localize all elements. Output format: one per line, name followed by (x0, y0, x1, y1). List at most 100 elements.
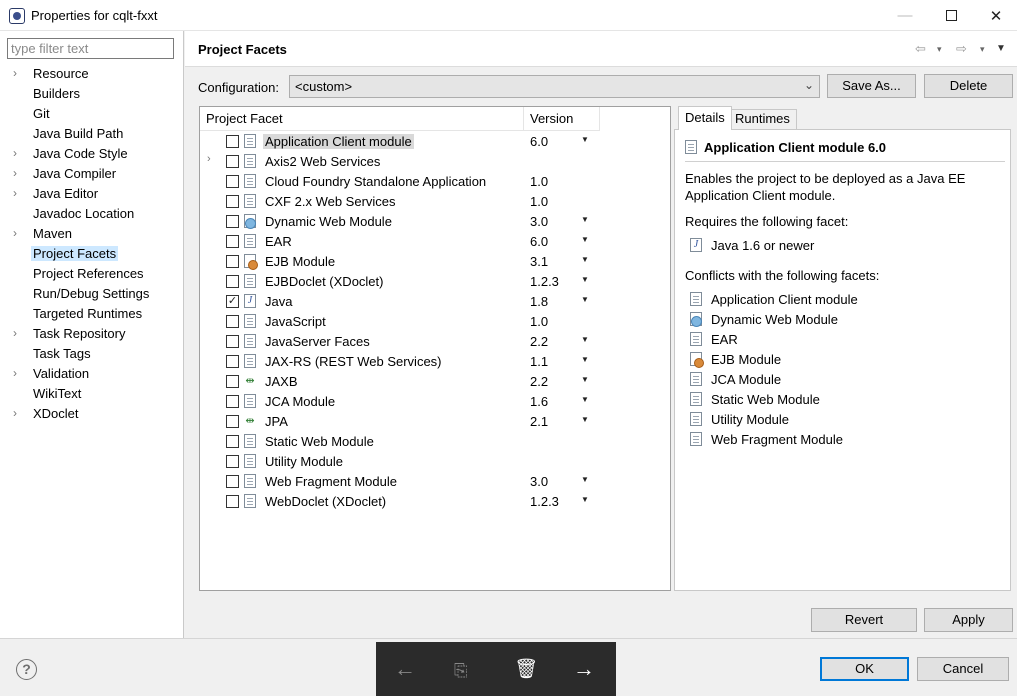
sidebar-item[interactable]: › Resource (0, 64, 184, 84)
version-dropdown-icon[interactable]: ▼ (581, 135, 589, 144)
facet-version[interactable]: 3.0 (530, 214, 548, 229)
sidebar-item[interactable]: Project Facets (0, 244, 184, 264)
version-dropdown-icon[interactable]: ▼ (581, 275, 589, 284)
facet-row[interactable]: ⇹ JPA 2.1 ▼ (200, 411, 670, 431)
facet-version[interactable]: 6.0 (530, 234, 548, 249)
version-dropdown-icon[interactable]: ▼ (581, 215, 589, 224)
facet-checkbox[interactable] (226, 255, 239, 268)
facet-row[interactable]: Cloud Foundry Standalone Application 1.0 (200, 171, 670, 191)
trash-icon[interactable]: 🗑 (514, 658, 538, 682)
forward-arrow-icon[interactable]: ⇨ (956, 41, 967, 57)
sidebar-item[interactable]: › Validation (0, 364, 184, 384)
facet-version[interactable]: 6.0 (530, 134, 548, 149)
sidebar-item[interactable]: › Maven (0, 224, 184, 244)
tab-runtimes[interactable]: Runtimes (728, 109, 797, 129)
chevron-right-icon[interactable]: › (207, 153, 211, 165)
facet-version[interactable]: 1.0 (530, 194, 548, 209)
facet-row[interactable]: WebDoclet (XDoclet) 1.2.3 ▼ (200, 491, 670, 511)
facet-version[interactable]: 1.2.3 (530, 494, 559, 509)
facet-row[interactable]: Dynamic Web Module 3.0 ▼ (200, 211, 670, 231)
copy-icon[interactable]: ⎘ (454, 659, 468, 683)
chevron-right-icon[interactable]: › (13, 186, 17, 200)
facet-version[interactable]: 2.2 (530, 374, 548, 389)
sidebar-item[interactable]: Git (0, 104, 184, 124)
ok-button[interactable]: OK (820, 657, 909, 681)
facet-checkbox[interactable] (226, 375, 239, 388)
revert-button[interactable]: Revert (811, 608, 917, 632)
facet-row[interactable]: EJBDoclet (XDoclet) 1.2.3 ▼ (200, 271, 670, 291)
sidebar-item[interactable]: Project References (0, 264, 184, 284)
facet-checkbox[interactable] (226, 175, 239, 188)
apply-button[interactable]: Apply (924, 608, 1013, 632)
facet-checkbox[interactable] (226, 335, 239, 348)
facet-checkbox[interactable] (226, 495, 239, 508)
facet-version[interactable]: 3.1 (530, 254, 548, 269)
facet-checkbox[interactable] (226, 455, 239, 468)
facet-checkbox[interactable] (226, 235, 239, 248)
chevron-right-icon[interactable]: › (13, 166, 17, 180)
facet-row[interactable]: ✓ J Java 1.8 ▼ (200, 291, 670, 311)
facet-row[interactable]: JAX-RS (REST Web Services) 1.1 ▼ (200, 351, 670, 371)
version-dropdown-icon[interactable]: ▼ (581, 335, 589, 344)
facet-row[interactable]: Application Client module 6.0 ▼ (200, 131, 670, 151)
sidebar-item[interactable]: › Java Compiler (0, 164, 184, 184)
sidebar-item[interactable]: Targeted Runtimes (0, 304, 184, 324)
cancel-button[interactable]: Cancel (917, 657, 1009, 681)
sidebar-item[interactable]: Java Build Path (0, 124, 184, 144)
version-dropdown-icon[interactable]: ▼ (581, 235, 589, 244)
facet-version[interactable]: 1.0 (530, 314, 548, 329)
facet-checkbox[interactable] (226, 475, 239, 488)
sidebar-item[interactable]: Task Tags (0, 344, 184, 364)
facet-version[interactable]: 2.2 (530, 334, 548, 349)
sidebar-item[interactable]: Run/Debug Settings (0, 284, 184, 304)
facet-checkbox[interactable] (226, 435, 239, 448)
facet-version[interactable]: 1.2.3 (530, 274, 559, 289)
facet-version[interactable]: 1.1 (530, 354, 548, 369)
view-menu-icon[interactable]: ▼ (996, 43, 1006, 54)
facet-version[interactable]: 1.8 (530, 294, 548, 309)
facet-row[interactable]: › Axis2 Web Services (200, 151, 670, 171)
version-dropdown-icon[interactable]: ▼ (581, 495, 589, 504)
facet-version[interactable]: 3.0 (530, 474, 548, 489)
help-icon[interactable]: ? (16, 659, 37, 680)
facet-row[interactable]: Static Web Module (200, 431, 670, 451)
facet-checkbox[interactable] (226, 315, 239, 328)
chevron-right-icon[interactable]: › (13, 326, 17, 340)
sidebar-item[interactable]: › Task Repository (0, 324, 184, 344)
sidebar-item[interactable]: › Java Editor (0, 184, 184, 204)
configuration-select[interactable]: <custom> ⌄ (289, 75, 820, 98)
minimize-button[interactable]: — (882, 0, 928, 31)
back-arrow-icon[interactable]: ⇦ (915, 41, 926, 57)
facet-row[interactable]: CXF 2.x Web Services 1.0 (200, 191, 670, 211)
column-header-version[interactable]: Version (524, 107, 600, 131)
facet-row[interactable]: JCA Module 1.6 ▼ (200, 391, 670, 411)
facet-checkbox[interactable] (226, 215, 239, 228)
sidebar-item[interactable]: Builders (0, 84, 184, 104)
column-header-facet[interactable]: Project Facet (200, 107, 524, 131)
facet-checkbox[interactable] (226, 155, 239, 168)
sidebar-item[interactable]: › XDoclet (0, 404, 184, 424)
facet-row[interactable]: JavaScript 1.0 (200, 311, 670, 331)
chevron-right-icon[interactable]: › (13, 226, 17, 240)
facet-row[interactable]: Web Fragment Module 3.0 ▼ (200, 471, 670, 491)
facet-row[interactable]: JavaServer Faces 2.2 ▼ (200, 331, 670, 351)
arrow-right-icon[interactable]: → (573, 657, 595, 681)
facet-checkbox[interactable] (226, 415, 239, 428)
facet-row[interactable]: Utility Module (200, 451, 670, 471)
facet-checkbox[interactable] (226, 395, 239, 408)
facet-version[interactable]: 1.6 (530, 394, 548, 409)
facet-row[interactable]: EJB Module 3.1 ▼ (200, 251, 670, 271)
facet-row[interactable]: EAR 6.0 ▼ (200, 231, 670, 251)
version-dropdown-icon[interactable]: ▼ (581, 395, 589, 404)
chevron-right-icon[interactable]: › (13, 406, 17, 420)
facet-checkbox[interactable]: ✓ (226, 295, 239, 308)
facet-version[interactable]: 1.0 (530, 174, 548, 189)
sidebar-item[interactable]: WikiText (0, 384, 184, 404)
version-dropdown-icon[interactable]: ▼ (581, 295, 589, 304)
chevron-right-icon[interactable]: › (13, 66, 17, 80)
sidebar-item[interactable]: › Java Code Style (0, 144, 184, 164)
chevron-right-icon[interactable]: › (13, 366, 17, 380)
maximize-button[interactable] (928, 0, 974, 31)
version-dropdown-icon[interactable]: ▼ (581, 255, 589, 264)
forward-dropdown-icon[interactable]: ▾ (980, 44, 985, 55)
